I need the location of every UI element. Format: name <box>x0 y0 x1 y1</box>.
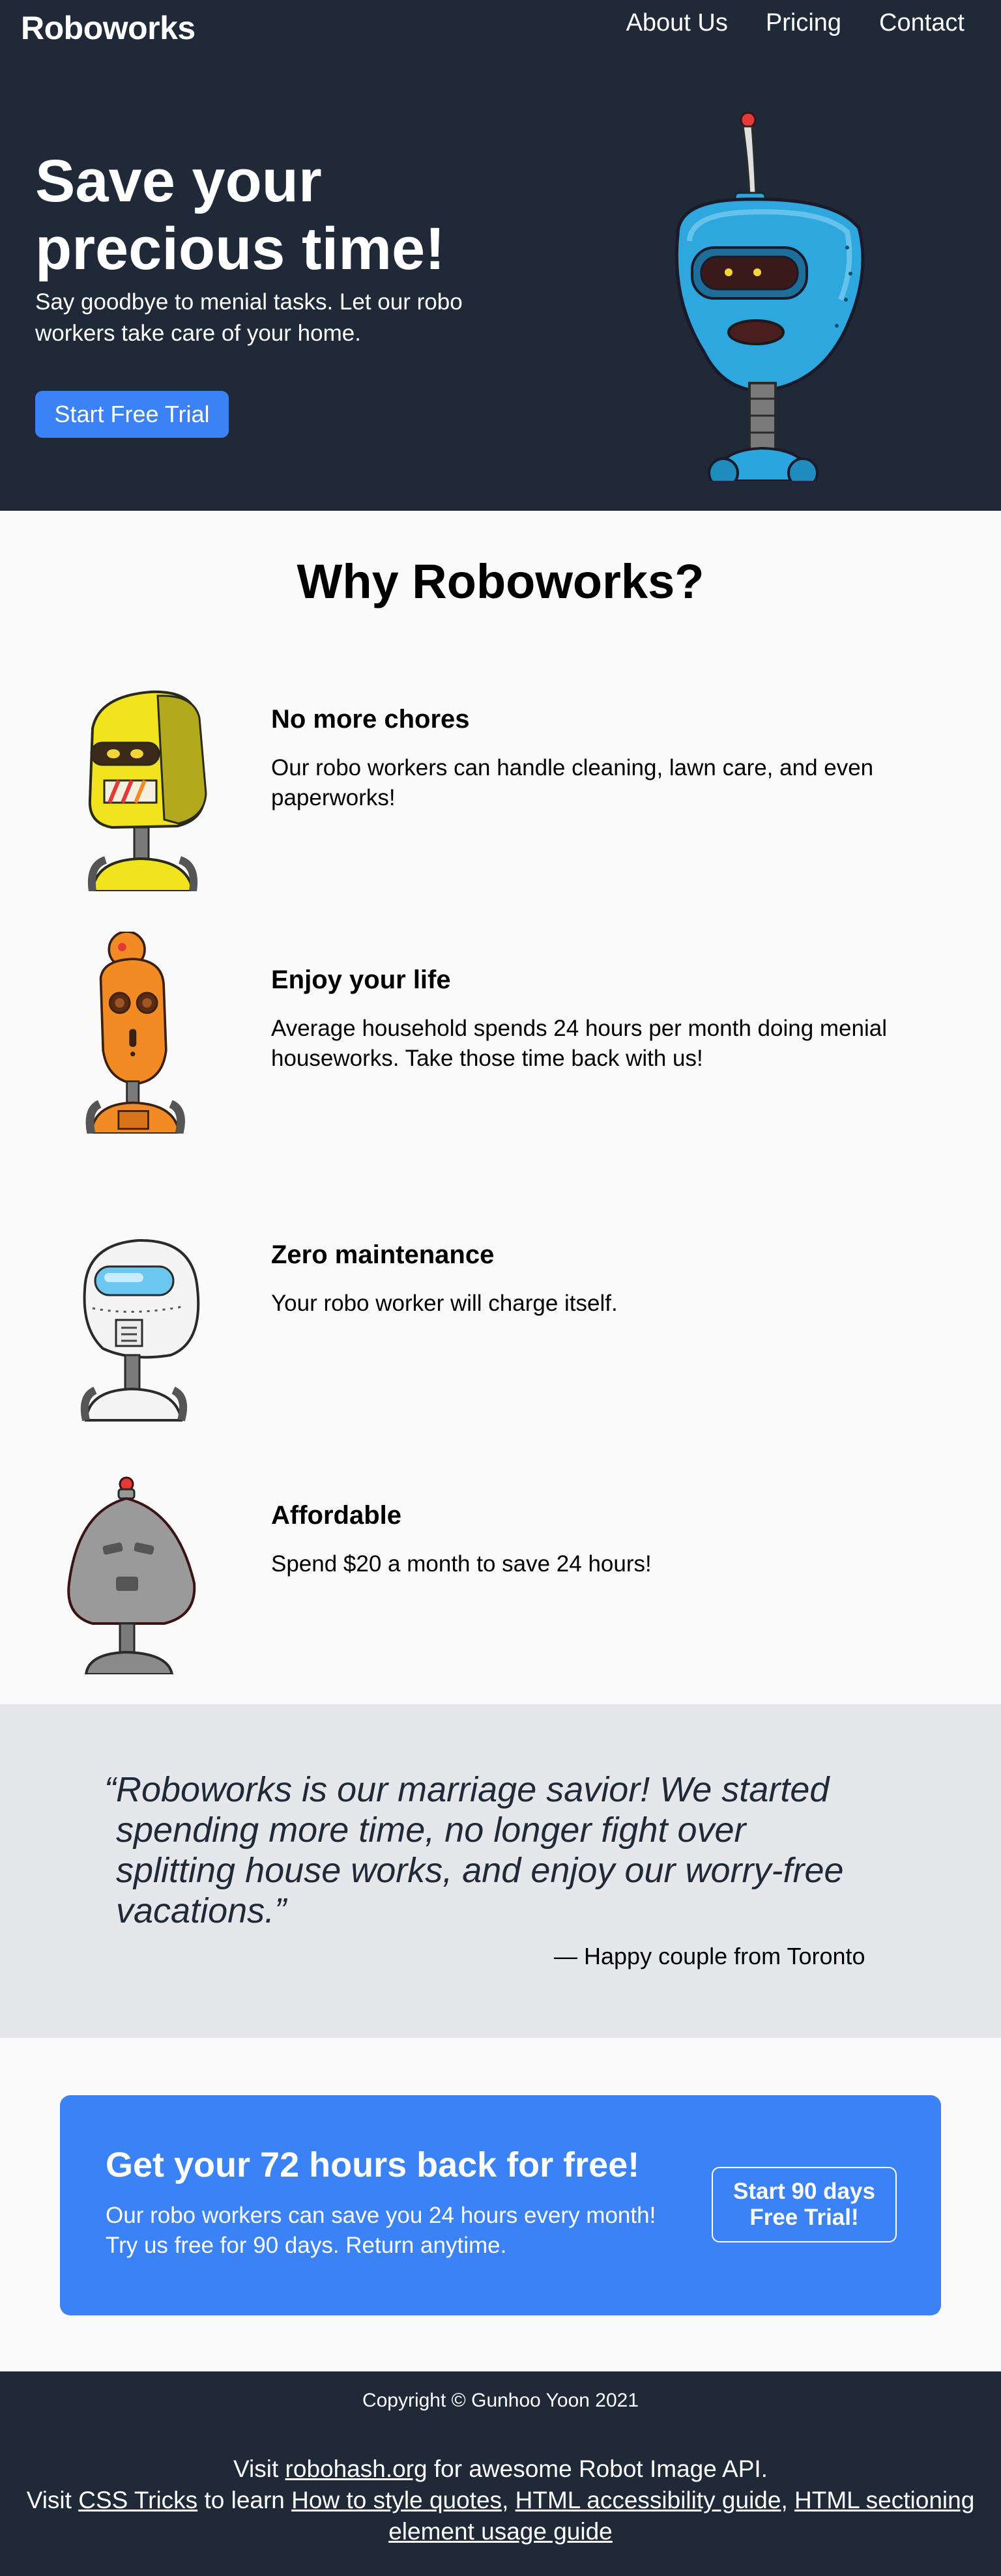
gray-robot-illustration <box>67 1476 196 1674</box>
blue-robot-illustration <box>675 111 865 481</box>
robohash-link[interactable]: robohash.org <box>285 2455 428 2482</box>
footer-text: Visit <box>233 2455 285 2482</box>
testimonial-section: “ Roboworks is our marriage savior! We s… <box>0 1704 1001 2038</box>
open-quote-mark: “ <box>104 1770 116 1809</box>
site-logo[interactable]: Roboworks <box>21 9 196 47</box>
nav-pricing[interactable]: Pricing <box>766 9 841 37</box>
style-quotes-link[interactable]: How to style quotes <box>291 2487 502 2513</box>
feature-title: Enjoy your life <box>271 966 451 994</box>
testimonial-quote-text: Roboworks is our marriage savior! We sta… <box>116 1770 844 1930</box>
footer-separator: , <box>502 2487 515 2513</box>
cta-title: Get your 72 hours back for free! <box>106 2145 640 2184</box>
feature-affordable: Affordable Spend $20 a month to save 24 … <box>0 1472 1001 1694</box>
feature-text: Our robo workers can handle cleaning, la… <box>271 755 874 810</box>
hero-section: Roboworks About Us Pricing Contact Save … <box>0 0 1001 511</box>
start-90-days-trial-button[interactable]: Start 90 days Free Trial! <box>712 2167 897 2242</box>
feature-no-more-chores: No more chores Our robo workers can hand… <box>0 689 1001 911</box>
main-nav: About Us Pricing Contact <box>626 9 965 37</box>
footer-links: Visit robohash.org for awesome Robot Ima… <box>26 2454 975 2547</box>
footer-text: to learn <box>197 2487 292 2513</box>
site-footer: Copyright © Gunhoo Yoon 2021 Visit roboh… <box>0 2371 1001 2576</box>
hero-subtitle: Say goodbye to menial tasks. Let our rob… <box>35 289 463 346</box>
hero-title: Save your precious time! <box>35 147 504 283</box>
start-free-trial-button[interactable]: Start Free Trial <box>35 391 229 438</box>
testimonial-quote: “ Roboworks is our marriage savior! We s… <box>104 1769 859 1931</box>
copyright-text: Copyright © Gunhoo Yoon 2021 <box>362 2390 639 2411</box>
cta-card: Get your 72 hours back for free! Our rob… <box>60 2095 941 2315</box>
hero-title-line2: precious time! <box>35 216 445 282</box>
features-title: Why Roboworks? <box>297 554 704 608</box>
footer-text: for awesome Robot Image API. <box>427 2455 768 2482</box>
css-tricks-link[interactable]: CSS Tricks <box>78 2487 197 2513</box>
feature-title: No more chores <box>271 705 470 734</box>
orange-robot-illustration <box>85 932 185 1134</box>
feature-title: Zero maintenance <box>271 1240 495 1269</box>
testimonial-author: — Happy couple from Toronto <box>554 1943 865 1969</box>
feature-zero-maintenance: Zero maintenance Your robo worker will c… <box>0 1225 1001 1446</box>
cta-text: Our robo workers can save you 24 hours e… <box>106 2203 656 2258</box>
footer-text: Visit <box>26 2487 79 2513</box>
feature-text: Spend $20 a month to save 24 hours! <box>271 1551 652 1577</box>
feature-text: Average household spends 24 hours per mo… <box>271 1016 887 1071</box>
footer-separator: , <box>781 2487 795 2513</box>
nav-about-us[interactable]: About Us <box>626 9 728 37</box>
yellow-robot-illustration <box>88 690 207 891</box>
feature-text: Your robo worker will charge itself. <box>271 1291 618 1316</box>
feature-enjoy-your-life: Enjoy your life Average household spends… <box>0 932 1001 1153</box>
white-robot-illustration <box>80 1238 200 1422</box>
accessibility-guide-link[interactable]: HTML accessibility guide <box>515 2487 781 2513</box>
nav-contact[interactable]: Contact <box>879 9 965 37</box>
feature-title: Affordable <box>271 1501 401 1530</box>
hero-title-line1: Save your <box>35 148 322 214</box>
